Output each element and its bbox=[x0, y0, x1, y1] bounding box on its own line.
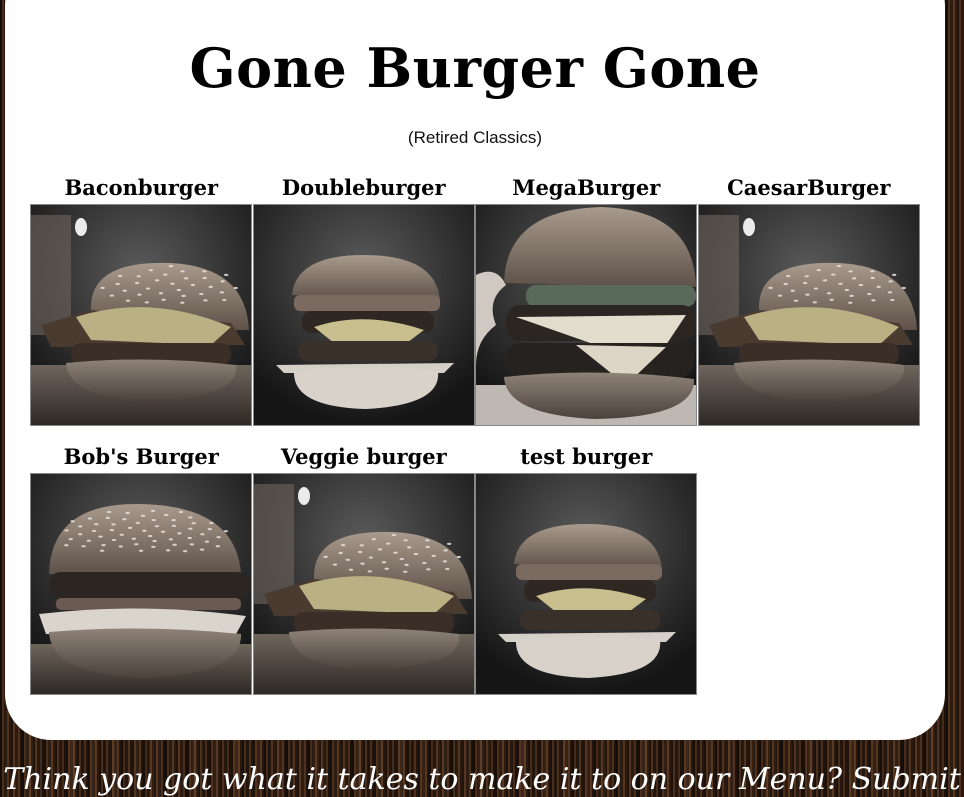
burger-name: Veggie burger bbox=[280, 444, 447, 469]
double-burger-photo[interactable] bbox=[252, 204, 475, 426]
burger-grid: Baconburger Doubleburger MegaBurger Caes… bbox=[30, 172, 922, 710]
veggie-burger-photo[interactable] bbox=[252, 473, 475, 695]
page-subtitle: (Retired Classics) bbox=[407, 128, 543, 147]
page-title: Gone Burger Gone bbox=[189, 36, 761, 100]
bobs-burger-photo[interactable] bbox=[30, 473, 253, 695]
burger-card-baconburger[interactable]: Baconburger bbox=[30, 172, 253, 441]
burger-card-megaburger[interactable]: MegaBurger bbox=[475, 172, 698, 441]
burger-row: Baconburger Doubleburger MegaBurger Caes… bbox=[30, 172, 922, 441]
caesar-burger-photo[interactable] bbox=[697, 204, 920, 426]
burger-name: MegaBurger bbox=[512, 175, 661, 200]
mega-burger-photo[interactable] bbox=[475, 204, 698, 426]
burger-name: CaesarBurger bbox=[727, 175, 891, 200]
burger-card-veggie-burger[interactable]: Veggie burger bbox=[252, 441, 476, 710]
bacon-burger-photo[interactable] bbox=[30, 204, 253, 426]
burger-name: Doubleburger bbox=[281, 175, 446, 200]
burger-card-bobs-burger[interactable]: Bob's Burger bbox=[30, 441, 253, 710]
burger-name: Bob's Burger bbox=[63, 444, 219, 469]
burger-card-test-burger[interactable]: test burger bbox=[475, 441, 698, 710]
submit-prompt-text: Think you got what it takes to make it t… bbox=[3, 762, 961, 797]
burger-name: Baconburger bbox=[64, 175, 219, 200]
burger-card-caesarburger[interactable]: CaesarBurger bbox=[697, 172, 921, 441]
test-burger-photo[interactable] bbox=[475, 473, 698, 695]
burger-row: Bob's Burger Veggie burger test burger bbox=[30, 441, 922, 710]
burger-card-doubleburger[interactable]: Doubleburger bbox=[252, 172, 476, 441]
burger-name: test burger bbox=[520, 444, 653, 469]
